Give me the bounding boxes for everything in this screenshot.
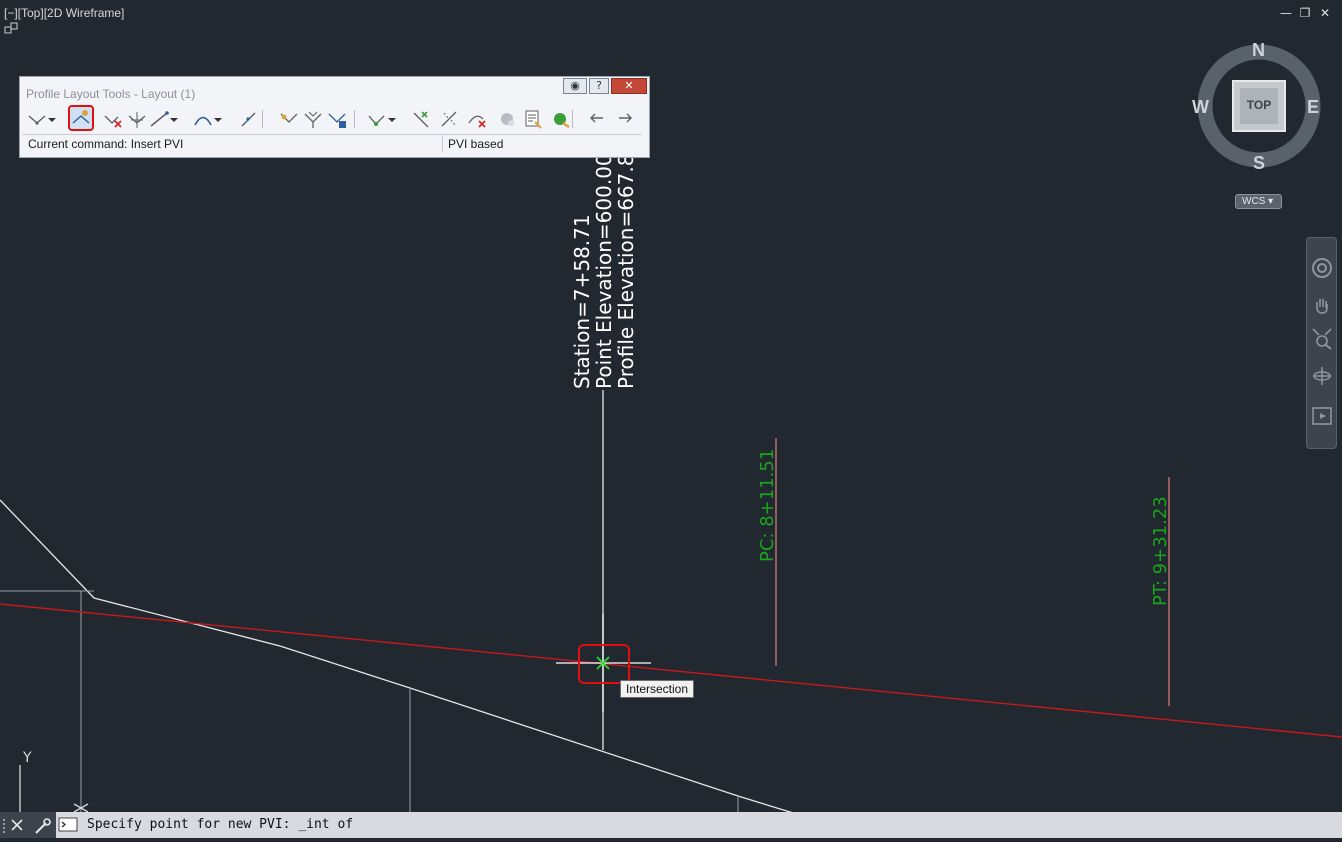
compass-west[interactable]: W bbox=[1192, 97, 1209, 118]
chevron-down-icon[interactable] bbox=[168, 108, 180, 130]
close-icon[interactable]: ✕ bbox=[1318, 6, 1332, 20]
undo-icon[interactable] bbox=[586, 108, 608, 130]
pin-icon[interactable]: ◉ bbox=[563, 78, 587, 94]
current-command-text: Current command: Insert PVI bbox=[28, 137, 184, 151]
toolbar-separator bbox=[354, 110, 355, 128]
command-line-tools[interactable] bbox=[0, 812, 56, 838]
viewport-controls-label[interactable]: [−][Top][2D Wireframe] bbox=[4, 6, 124, 20]
draw-tangent-icon[interactable] bbox=[148, 108, 170, 130]
viewport-mini-icon[interactable] bbox=[4, 22, 18, 34]
palette-close-button[interactable]: ✕ bbox=[611, 78, 647, 94]
insert-pvi-icon[interactable] bbox=[68, 105, 94, 131]
osnap-tooltip: Intersection bbox=[620, 680, 695, 698]
grip-icon bbox=[3, 819, 5, 833]
sub-entity-icon[interactable] bbox=[496, 108, 518, 130]
palette-toolbar bbox=[26, 105, 644, 132]
steering-wheel-icon[interactable] bbox=[1310, 256, 1334, 280]
command-line[interactable]: Specify point for new PVI: _int of bbox=[0, 812, 1342, 838]
grid-view-icon[interactable] bbox=[522, 108, 544, 130]
minimize-icon[interactable]: — bbox=[1279, 6, 1293, 20]
pvi-tangent-icon[interactable] bbox=[26, 108, 48, 130]
raise-lower-pvis-icon[interactable] bbox=[326, 108, 348, 130]
palette-title: Profile Layout Tools - Layout (1) bbox=[26, 87, 196, 101]
zoom-extents-icon[interactable] bbox=[1310, 326, 1334, 350]
command-history-icon[interactable] bbox=[58, 817, 80, 833]
ucs-icon: Y bbox=[19, 750, 89, 813]
command-prompt-text[interactable]: Specify point for new PVI: _int of bbox=[87, 817, 353, 832]
pvi-profile-elevation-label: Profile Elevation=667.8 bbox=[614, 154, 638, 389]
pc-station-label: PC: 8+11.51 bbox=[757, 449, 778, 562]
chevron-down-icon: ▾ bbox=[1268, 196, 1274, 207]
command-line-handle[interactable] bbox=[0, 812, 56, 838]
restore-icon[interactable]: ❐ bbox=[1298, 6, 1312, 20]
pt-station-label: PT: 9+31.23 bbox=[1150, 496, 1171, 606]
pvi-station-label: Station=7+58.71 bbox=[570, 214, 594, 389]
delete-entity-icon[interactable] bbox=[410, 108, 432, 130]
close-icon bbox=[11, 819, 23, 831]
compass-south[interactable]: S bbox=[1253, 153, 1265, 174]
delete-pvis-icon[interactable] bbox=[302, 108, 324, 130]
viewcube-top-face[interactable]: TOP bbox=[1237, 98, 1281, 112]
palette-status-bar: Current command: Insert PVI PVI based bbox=[22, 134, 642, 153]
compass-east[interactable]: E bbox=[1307, 97, 1319, 118]
chevron-down-icon[interactable] bbox=[46, 108, 58, 130]
chevron-down-icon[interactable] bbox=[212, 108, 224, 130]
redo-icon[interactable] bbox=[614, 108, 636, 130]
chevron-down-icon[interactable] bbox=[386, 108, 398, 130]
profile-check-icon[interactable] bbox=[550, 108, 572, 130]
wcs-menu-button[interactable]: WCS ▾ bbox=[1235, 194, 1282, 209]
edit-best-fit-icon[interactable] bbox=[438, 108, 460, 130]
help-button[interactable]: ? bbox=[589, 78, 609, 94]
delete-curve-icon[interactable] bbox=[466, 108, 488, 130]
pan-icon[interactable] bbox=[1310, 294, 1334, 318]
convert-icon[interactable] bbox=[238, 108, 260, 130]
pvi-point-elevation-label: Point Elevation=600.00 bbox=[592, 153, 616, 389]
insert-pvis-tabular-icon[interactable] bbox=[278, 108, 300, 130]
wcs-label: WCS bbox=[1242, 196, 1266, 207]
profile-layout-tools-palette[interactable]: Profile Layout Tools - Layout (1) ◉ ? ✕ … bbox=[19, 76, 650, 158]
orbit-icon[interactable] bbox=[1310, 364, 1334, 388]
edit-mode-text: PVI based bbox=[448, 137, 504, 151]
ucs-y-label: Y bbox=[22, 750, 32, 766]
toolbar-separator bbox=[572, 110, 573, 128]
viewcube[interactable]: N S E W TOP bbox=[1190, 38, 1330, 178]
profile-layout-line[interactable] bbox=[0, 603, 1342, 738]
compass-north[interactable]: N bbox=[1252, 40, 1265, 61]
select-pvi-icon[interactable] bbox=[366, 108, 388, 130]
navigation-bar[interactable] bbox=[1306, 237, 1337, 449]
existing-ground-line bbox=[0, 499, 791, 813]
move-pvi-icon[interactable] bbox=[126, 108, 148, 130]
curve-icon[interactable] bbox=[192, 108, 214, 130]
customize-wrench-icon bbox=[35, 818, 51, 834]
showmotion-icon[interactable] bbox=[1310, 404, 1334, 428]
delete-pvi-icon[interactable] bbox=[102, 108, 124, 130]
toolbar-separator bbox=[262, 110, 263, 128]
status-divider bbox=[442, 135, 443, 153]
